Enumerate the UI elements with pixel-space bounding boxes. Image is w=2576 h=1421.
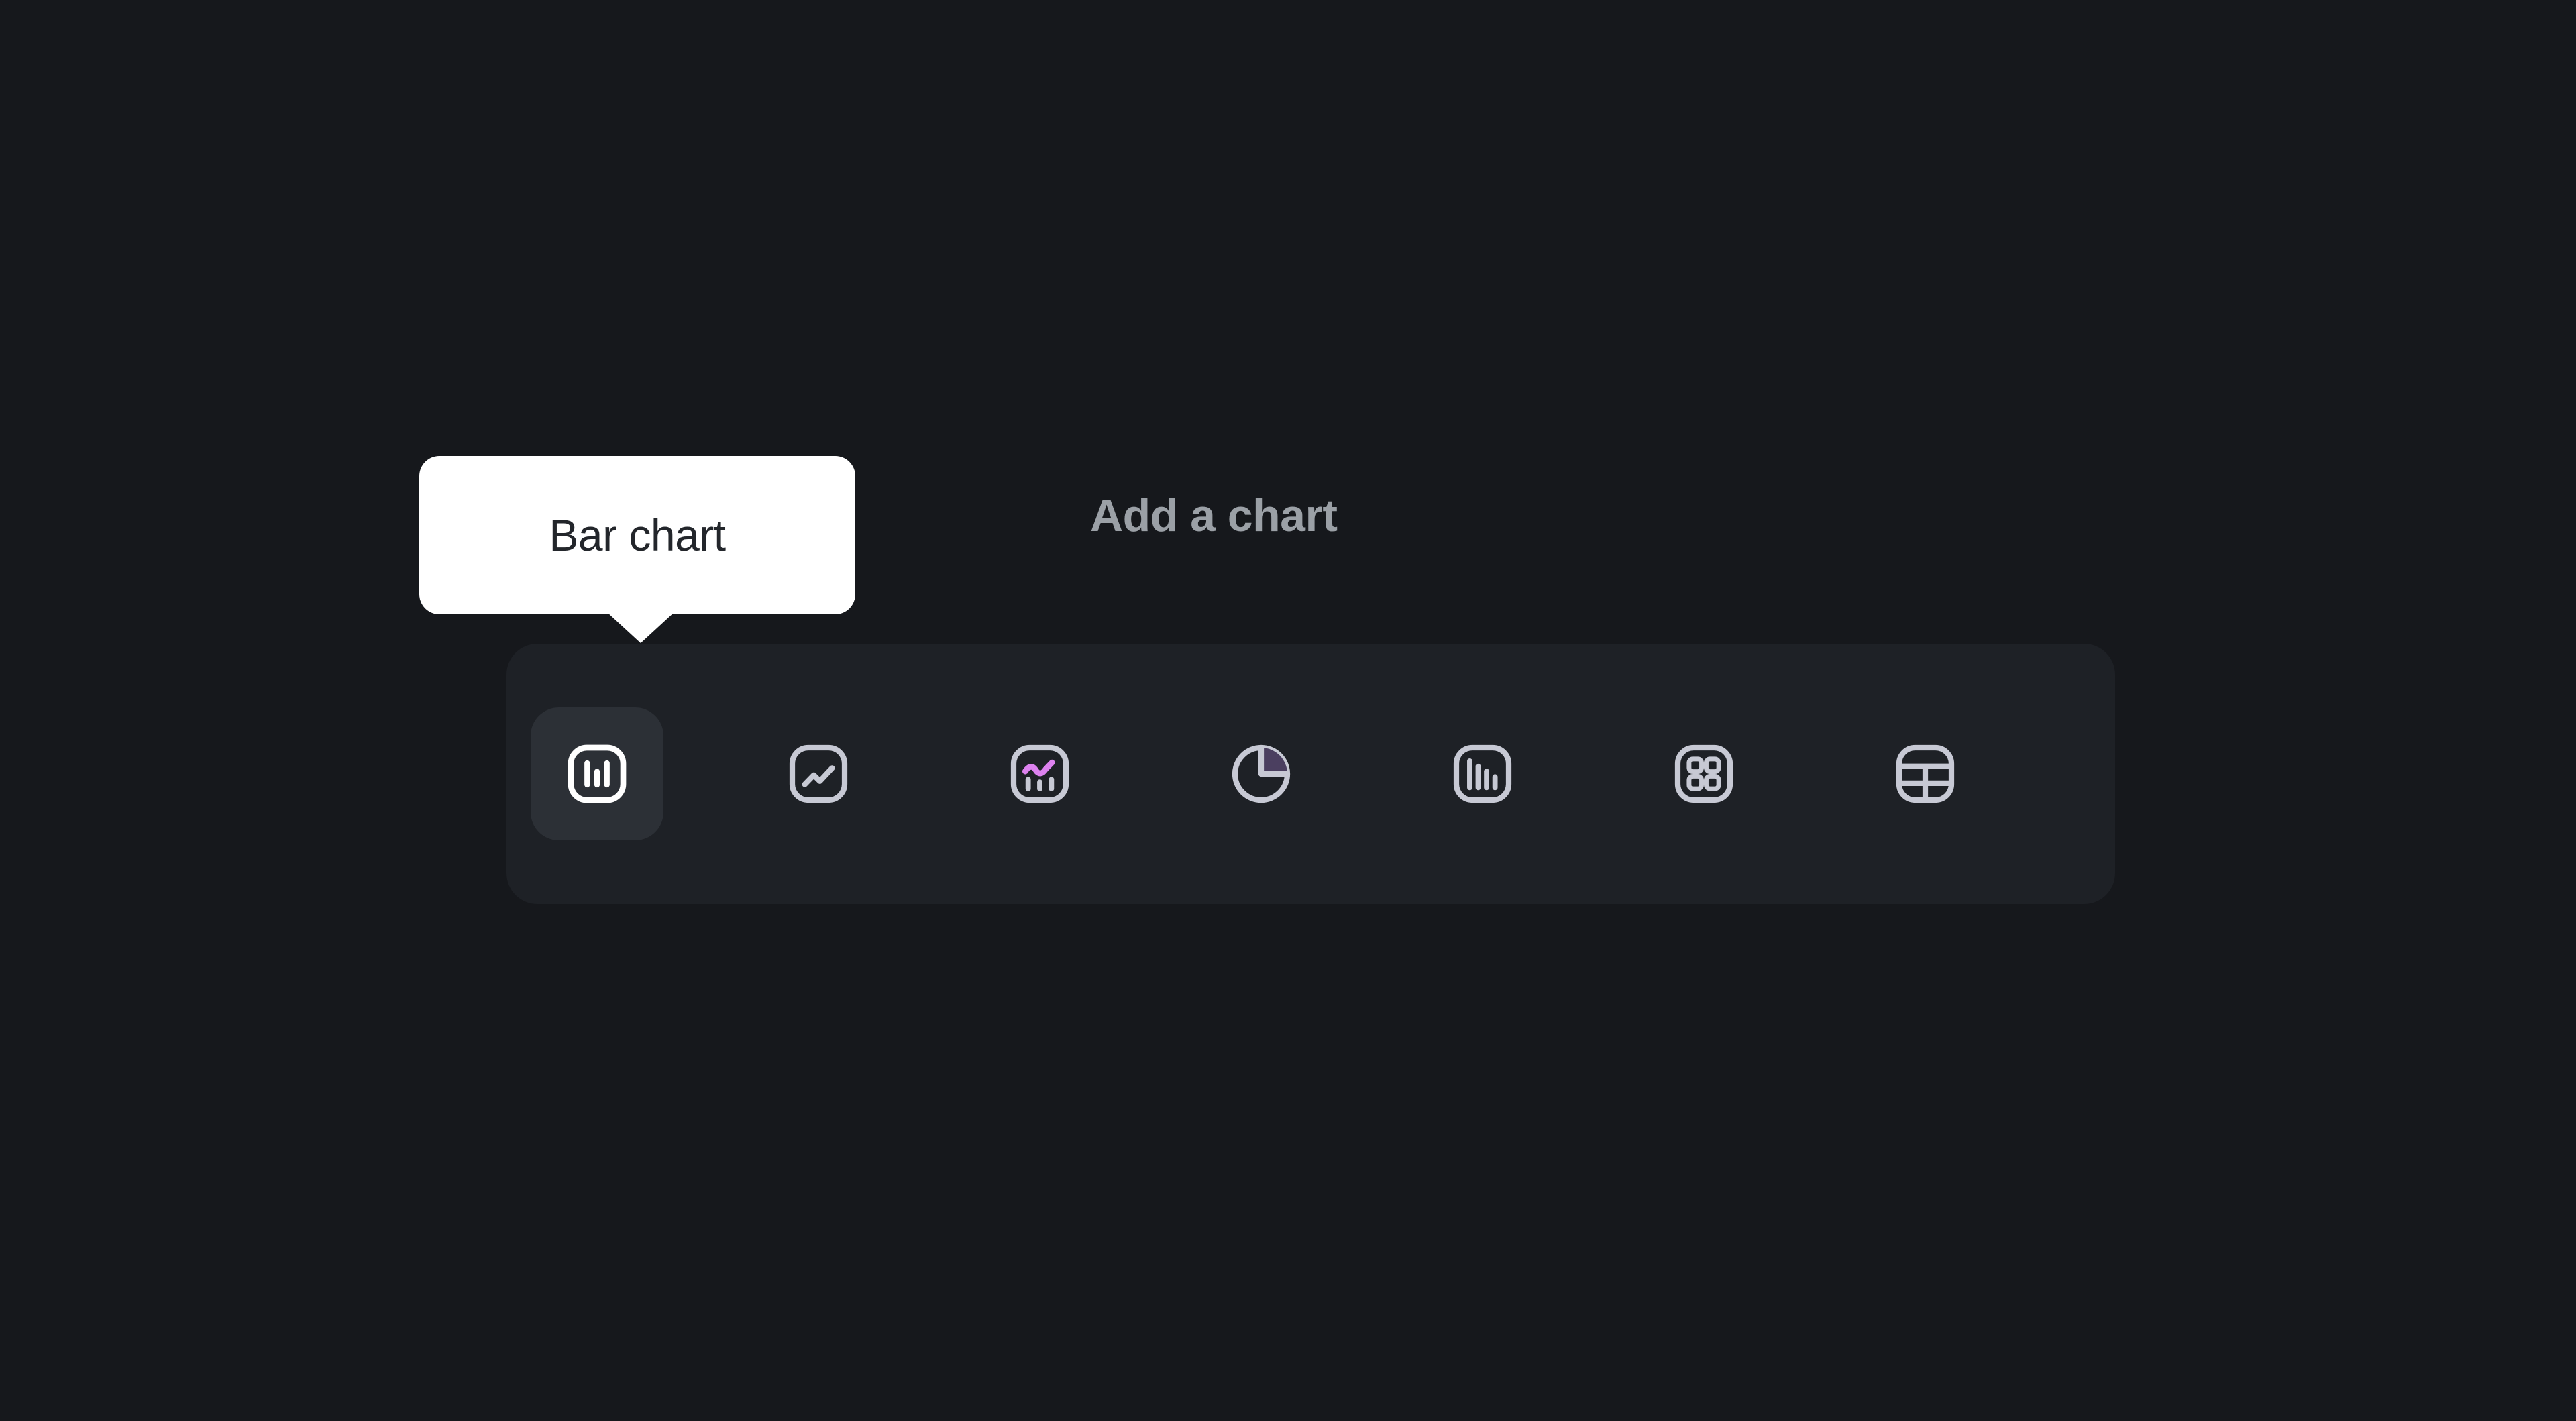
table-icon xyxy=(1896,744,1955,803)
line-chart-icon xyxy=(789,744,848,803)
chart-type-line[interactable] xyxy=(752,707,885,840)
screen-root: Add a chart Bar chart xyxy=(0,0,2576,1421)
chart-type-column[interactable] xyxy=(1416,707,1549,840)
bar-chart-icon xyxy=(568,744,627,803)
tooltip-label: Bar chart xyxy=(549,510,726,560)
chart-type-pie[interactable] xyxy=(1195,707,1328,840)
pie-chart-icon xyxy=(1232,744,1291,803)
chart-type-combo[interactable] xyxy=(973,707,1106,840)
chart-type-toolbar xyxy=(506,644,2115,904)
chart-type-table[interactable] xyxy=(1859,707,1992,840)
tooltip-pointer-icon xyxy=(607,612,674,643)
tooltip: Bar chart xyxy=(419,456,855,614)
grid-icon xyxy=(1674,744,1733,803)
combo-chart-icon xyxy=(1010,744,1069,803)
column-chart-icon xyxy=(1453,744,1512,803)
chart-type-bar[interactable] xyxy=(531,707,663,840)
page-title: Add a chart xyxy=(1090,490,1338,541)
chart-type-grid[interactable] xyxy=(1638,707,1770,840)
